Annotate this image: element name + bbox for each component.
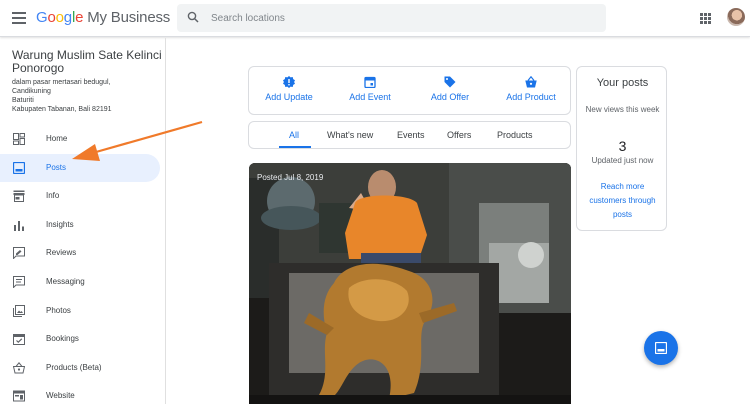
sidebar-item-insights[interactable]: Insights [0,211,160,240]
sidebar: Warung Muslim Sate Kelinci Ponorogo dala… [0,38,166,404]
business-address: dalam pasar mertasari bedugul, Candikuni… [12,79,112,113]
your-posts-card: Your posts New views this week 3 Updated… [576,66,667,231]
sidebar-item-label: Reviews [46,248,77,258]
sidebar-nav: Home Posts Info Insights Reviews Messagi… [0,125,166,411]
storefront-icon [13,190,25,203]
your-posts-title: Your posts [596,77,649,89]
sidebar-item-label: Photos [46,305,71,315]
tab-offers[interactable]: Offers [447,130,471,140]
offer-tag-icon [444,76,456,88]
views-label: New views this week [585,105,660,114]
search-icon [187,11,199,23]
search-bar[interactable] [177,4,606,32]
post-filter-tabs: All What's new Events Offers Products [248,121,571,149]
add-update-button[interactable]: Add Update [249,76,329,102]
tab-all[interactable]: All [289,130,299,140]
add-product-button[interactable]: Add Product [491,76,571,102]
add-offer-button[interactable]: Add Offer [410,76,490,102]
sidebar-item-info[interactable]: Info [0,182,160,211]
sidebar-item-label: Posts [46,162,67,172]
sidebar-item-products[interactable]: Products (Beta) [0,354,160,383]
sidebar-item-label: Insights [46,219,74,229]
posts-icon [655,342,667,354]
reach-more-customers-link[interactable]: Reach more customers through posts [587,180,658,222]
active-tab-indicator [279,146,311,148]
posts-icon [13,161,25,174]
sidebar-item-label: Info [46,191,60,201]
sidebar-item-label: Website [46,391,75,401]
add-event-button[interactable]: Add Event [330,76,410,102]
top-app-bar: Google My Business [0,0,750,37]
dashboard-icon [13,133,25,145]
event-icon [364,76,376,88]
apps-grid-icon[interactable] [700,13,711,24]
bar-chart-icon [14,220,24,231]
post-actions-card: Add Update Add Event Add Offer Add Produ… [248,66,571,115]
sidebar-item-messaging[interactable]: Messaging [0,268,160,297]
post-photo [249,163,571,404]
basket-icon [13,361,25,374]
photos-icon [13,304,25,317]
update-icon [283,76,295,88]
menu-icon[interactable] [12,12,26,24]
post-date: Posted Jul 8, 2019 [257,173,324,182]
business-name: Warung Muslim Sate Kelinci Ponorogo [12,48,162,75]
sidebar-item-label: Messaging [46,276,85,286]
sidebar-item-photos[interactable]: Photos [0,297,160,326]
sidebar-item-website[interactable]: Website [0,382,160,411]
search-input[interactable] [211,9,591,27]
message-icon [13,275,25,288]
sidebar-item-label: Products (Beta) [46,362,102,372]
web-icon [13,390,25,402]
product-basket-icon [525,76,537,88]
reviews-icon [13,247,25,260]
google-my-business-logo[interactable]: Google My Business [36,9,170,26]
sidebar-item-home[interactable]: Home [0,125,160,154]
account-avatar[interactable] [727,8,745,26]
tab-products[interactable]: Products [497,130,533,140]
sidebar-item-label: Bookings [46,334,79,344]
tab-events[interactable]: Events [397,130,425,140]
tab-whats-new[interactable]: What's new [327,130,373,140]
sidebar-item-posts[interactable]: Posts [0,153,160,183]
views-count: 3 [618,138,627,154]
sidebar-item-reviews[interactable]: Reviews [0,239,160,268]
create-post-fab[interactable] [644,331,678,365]
calendar-check-icon [13,334,25,346]
sidebar-item-bookings[interactable]: Bookings [0,325,160,354]
sidebar-item-label: Home [46,134,68,143]
updated-status: Updated just now [591,156,654,165]
post-card[interactable]: Posted Jul 8, 2019 [249,163,571,404]
